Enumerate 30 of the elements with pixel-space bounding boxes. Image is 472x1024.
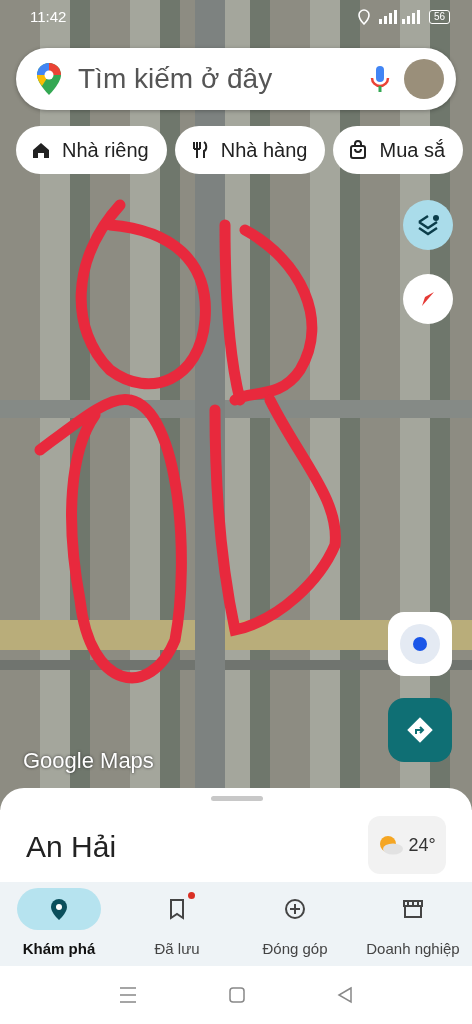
storefront-icon	[401, 897, 425, 921]
cloud-sun-icon	[378, 835, 405, 855]
map-attribution: Google Maps	[23, 747, 154, 775]
nav-tab[interactable]: Doanh nghiệp	[354, 882, 472, 966]
status-time: 11:42	[30, 7, 67, 27]
battery-level: 56	[428, 10, 450, 25]
drag-handle[interactable]	[211, 796, 263, 801]
menu-icon[interactable]	[118, 986, 138, 1004]
nav-tab[interactable]: Đóng góp	[236, 882, 354, 966]
directions-button[interactable]	[388, 698, 452, 762]
back-icon[interactable]	[336, 986, 354, 1004]
category-chip[interactable]: Mua sắ	[333, 126, 464, 174]
location-icon	[356, 9, 371, 26]
signal-icon	[378, 10, 421, 25]
search-bar[interactable]: Tìm kiếm ở đây	[16, 48, 456, 110]
location-dot-icon	[398, 622, 442, 666]
my-location-button[interactable]	[388, 612, 452, 676]
home-icon[interactable]	[228, 986, 246, 1004]
category-chip[interactable]: Nhà riêng	[16, 126, 167, 174]
weather-chip[interactable]: 24°	[368, 816, 446, 874]
temperature: 24°	[408, 833, 436, 857]
avatar-circle[interactable]	[404, 59, 444, 99]
map-pin-logo-icon	[36, 62, 62, 96]
microphone-icon[interactable]	[370, 64, 390, 94]
nav-tab[interactable]: Khám phá	[0, 882, 118, 966]
plus-circle-icon	[283, 897, 307, 921]
category-chip[interactable]: Nhà hàng	[174, 126, 326, 174]
area-title: An Hải	[26, 830, 117, 863]
search-field[interactable]: Tìm kiếm ở đây	[76, 57, 356, 101]
nav-tab[interactable]: Đã lưu	[118, 882, 236, 966]
